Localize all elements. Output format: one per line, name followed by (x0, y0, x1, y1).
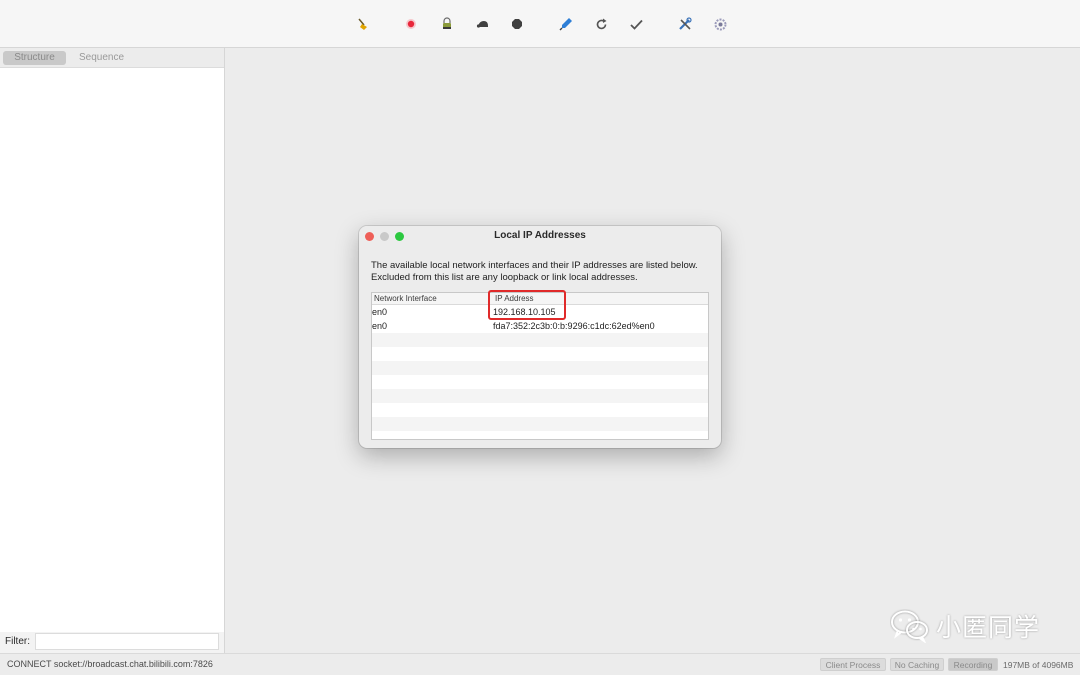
view-tabs: Structure Sequence (0, 48, 224, 68)
checkmark-icon[interactable] (625, 14, 647, 34)
watermark: 小匿同学 (890, 608, 1040, 644)
empty-row (372, 375, 708, 389)
refresh-icon[interactable] (590, 14, 612, 34)
cell-interface: en0 (372, 307, 388, 317)
ip-highlight-box (488, 290, 566, 320)
status-text: CONNECT socket://broadcast.chat.bilibili… (7, 659, 213, 669)
table-row[interactable]: en0 fda7:352:2c3b:0:b:9296:c1dc:62ed%en0 (372, 319, 708, 333)
status-bar: CONNECT socket://broadcast.chat.bilibili… (0, 653, 1080, 675)
dialog-titlebar: Local IP Addresses (359, 226, 721, 246)
lock-icon[interactable] (436, 14, 458, 34)
memory-usage: 197MB of 4096MB (1003, 660, 1074, 670)
table-rows: en0 192.168.10.105 en0 fda7:352:2c3b:0:b… (372, 305, 708, 439)
filter-input[interactable] (35, 633, 219, 650)
tab-structure[interactable]: Structure (3, 51, 66, 65)
tools-icon[interactable] (674, 14, 696, 34)
dialog-title: Local IP Addresses (494, 230, 586, 241)
stop-icon[interactable] (506, 14, 528, 34)
empty-row (372, 403, 708, 417)
record-icon[interactable] (400, 14, 422, 34)
no-caching-button[interactable]: No Caching (890, 658, 944, 671)
wechat-icon (891, 610, 928, 643)
empty-row (372, 389, 708, 403)
empty-row (372, 333, 708, 347)
filter-row: Filter: (0, 632, 224, 653)
settings-icon[interactable] (709, 14, 731, 34)
pen-icon[interactable] (555, 14, 577, 34)
column-network-interface[interactable]: Network Interface (374, 294, 437, 303)
cell-ip: fda7:352:2c3b:0:b:9296:c1dc:62ed%en0 (493, 321, 655, 331)
left-panel: Structure Sequence Filter: (0, 48, 225, 653)
client-process-button[interactable]: Client Process (820, 658, 886, 671)
dialog-description: The available local network interfaces a… (371, 260, 698, 283)
tab-sequence[interactable]: Sequence (70, 51, 133, 65)
empty-row (372, 347, 708, 361)
recording-button[interactable]: Recording (948, 658, 998, 671)
toolbar (0, 0, 1080, 48)
broom-icon[interactable] (352, 14, 374, 34)
local-ip-dialog: Local IP Addresses The available local n… (359, 226, 721, 448)
empty-row (372, 431, 708, 439)
turtle-icon[interactable] (472, 14, 494, 34)
filter-label: Filter: (5, 636, 30, 647)
cell-interface: en0 (372, 321, 388, 331)
empty-row (372, 361, 708, 375)
empty-row (372, 417, 708, 431)
watermark-text: 小匿同学 (936, 614, 1041, 642)
